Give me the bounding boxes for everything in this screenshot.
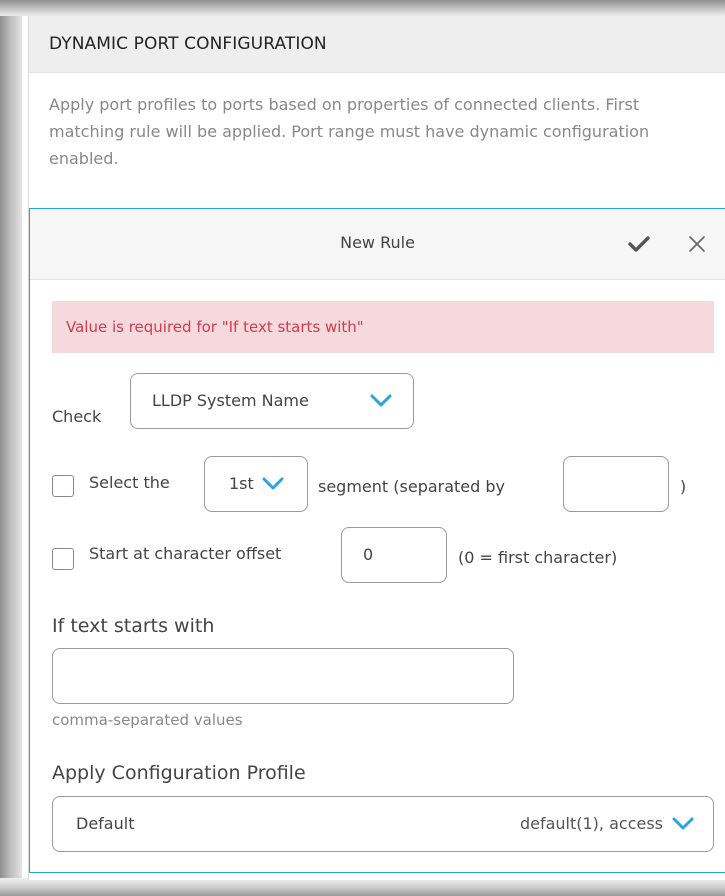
cancel-rule-button[interactable] <box>682 229 712 259</box>
separator-input[interactable] <box>563 456 669 512</box>
character-offset-checkbox[interactable] <box>52 548 74 570</box>
segment-select[interactable]: 1st <box>204 456 308 512</box>
profile-label: Apply Configuration Profile <box>52 762 306 784</box>
card-header: DYNAMIC PORT CONFIGURATION <box>29 16 725 73</box>
dynamic-port-config-card: DYNAMIC PORT CONFIGURATION Apply port pr… <box>28 16 725 880</box>
window-shadow-top <box>0 0 725 16</box>
segment-separated-label: segment (separated by <box>318 477 506 496</box>
character-offset-value: 0 <box>363 545 374 564</box>
character-offset-input[interactable]: 0 <box>341 527 447 583</box>
new-rule-editor: New Rule Value is required for "If text … <box>29 208 725 873</box>
chevron-down-icon <box>370 394 392 407</box>
check-property-select[interactable]: LLDP System Name <box>130 373 414 429</box>
configuration-profile-select[interactable]: Default default(1), access <box>52 796 714 852</box>
checkmark-icon <box>628 236 650 252</box>
segment-value: 1st <box>229 474 254 493</box>
check-label: Check <box>52 407 102 426</box>
starts-with-input[interactable] <box>52 648 514 704</box>
select-segment-label: Select the <box>89 473 170 492</box>
card-description: Apply port profiles to ports based on pr… <box>49 95 650 168</box>
profile-detail: default(1), access <box>519 814 663 833</box>
chevron-down-icon <box>672 817 694 830</box>
window-shadow-bottom <box>0 878 725 896</box>
character-offset-hint: (0 = first character) <box>458 548 618 567</box>
rule-title: New Rule <box>340 233 415 252</box>
profile-name: Default <box>76 814 135 833</box>
separator-close-paren: ) <box>680 477 687 496</box>
window-shadow-left <box>0 0 22 896</box>
check-property-value: LLDP System Name <box>152 391 309 410</box>
starts-with-hint: comma-separated values <box>52 711 243 729</box>
select-segment-checkbox[interactable] <box>52 475 74 497</box>
rule-header: New Rule <box>30 209 725 280</box>
character-offset-label: Start at character offset <box>89 544 282 563</box>
validation-error-message: Value is required for "If text starts wi… <box>52 301 714 353</box>
starts-with-label: If text starts with <box>52 615 215 637</box>
confirm-rule-button[interactable] <box>624 229 654 259</box>
card-title: DYNAMIC PORT CONFIGURATION <box>49 34 327 54</box>
close-icon <box>689 236 705 252</box>
chevron-down-icon <box>262 477 284 490</box>
